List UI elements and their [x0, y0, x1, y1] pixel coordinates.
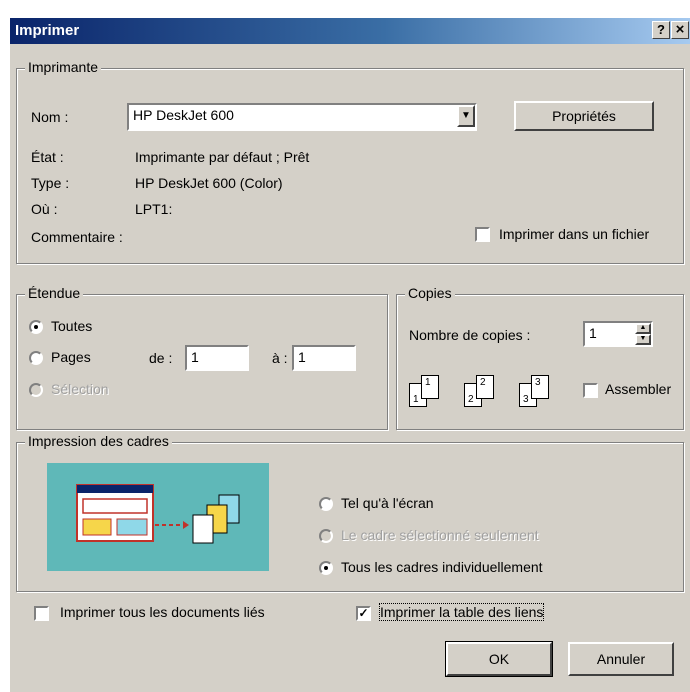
- chevron-down-icon[interactable]: ▼: [457, 105, 475, 127]
- print-links-table-label[interactable]: Imprimer la table des liens: [378, 603, 545, 621]
- title-bar[interactable]: Imprimer ? ×: [10, 18, 690, 44]
- printer-group: Imprimante Nom : HP DeskJet 600 ▼ Propri…: [16, 59, 684, 264]
- range-to-label: à :: [272, 350, 288, 366]
- ok-button[interactable]: OK: [445, 641, 553, 677]
- collate-label[interactable]: Assembler: [605, 381, 671, 397]
- type-label: Type :: [31, 175, 70, 191]
- state-label: État :: [31, 149, 64, 165]
- frames-group-label: Impression des cadres: [25, 433, 172, 449]
- print-linked-label[interactable]: Imprimer tous les documents liés: [60, 604, 265, 620]
- range-selection-label: Sélection: [51, 381, 109, 397]
- where-value: LPT1:: [135, 201, 173, 217]
- collate-checkbox[interactable]: [583, 383, 598, 398]
- printer-group-label: Imprimante: [25, 59, 102, 75]
- type-value: HP DeskJet 600 (Color): [135, 175, 283, 191]
- frames-as-screen-label[interactable]: Tel qu'à l'écran: [341, 495, 434, 511]
- window-title: Imprimer: [15, 22, 80, 39]
- printer-name-select[interactable]: HP DeskJet 600 ▼: [127, 103, 477, 131]
- frames-as-screen-radio[interactable]: [319, 497, 333, 511]
- print-linked-checkbox[interactable]: [34, 606, 49, 621]
- collate-illustration-icon: 1 1 2 2 3 3: [409, 371, 559, 411]
- range-from-input[interactable]: 1: [185, 345, 249, 371]
- range-group: Étendue Toutes Pages de : 1 à : 1 Sélect…: [16, 285, 388, 430]
- range-group-label: Étendue: [25, 285, 84, 301]
- properties-button[interactable]: Propriétés: [514, 101, 654, 131]
- cancel-button[interactable]: Annuler: [568, 642, 674, 676]
- frames-selected-radio: [319, 529, 333, 543]
- frames-group: Impression des cadres Tel qu'à l'écran L…: [16, 433, 684, 592]
- frames-all-individually-radio[interactable]: [319, 561, 333, 575]
- range-all-radio[interactable]: [29, 320, 43, 334]
- range-from-label: de :: [149, 350, 173, 366]
- print-to-file-label[interactable]: Imprimer dans un fichier: [499, 226, 649, 242]
- print-dialog: Imprimer ? × Imprimante Nom : HP DeskJet…: [10, 18, 690, 692]
- printer-name-value: HP DeskJet 600: [133, 107, 234, 123]
- copies-group: Copies Nombre de copies : 1 ▲ ▼ 1 1 2 2 …: [396, 285, 684, 430]
- close-icon[interactable]: ×: [671, 21, 689, 39]
- where-label: Où :: [31, 201, 58, 217]
- comment-label: Commentaire :: [31, 229, 123, 245]
- print-to-file-checkbox[interactable]: [475, 227, 490, 242]
- frames-all-individually-label[interactable]: Tous les cadres individuellement: [341, 559, 543, 575]
- range-to-input[interactable]: 1: [292, 345, 356, 371]
- frames-selected-label: Le cadre sélectionné seulement: [341, 527, 539, 543]
- print-links-table-checkbox[interactable]: ✓: [356, 606, 371, 621]
- copies-group-label: Copies: [405, 285, 455, 301]
- spinner-up-icon[interactable]: ▲: [635, 323, 651, 334]
- copies-count-label: Nombre de copies :: [409, 327, 531, 343]
- range-selection-radio: [29, 383, 43, 397]
- range-pages-radio[interactable]: [29, 351, 43, 365]
- help-icon[interactable]: ?: [652, 21, 670, 39]
- spinner-down-icon[interactable]: ▼: [635, 334, 651, 345]
- printer-name-label: Nom :: [31, 109, 69, 125]
- frames-preview-icon: [47, 463, 269, 571]
- copies-count-value: 1: [589, 325, 597, 341]
- range-all-label[interactable]: Toutes: [51, 318, 92, 334]
- range-pages-label[interactable]: Pages: [51, 349, 91, 365]
- state-value: Imprimante par défaut ; Prêt: [135, 149, 310, 165]
